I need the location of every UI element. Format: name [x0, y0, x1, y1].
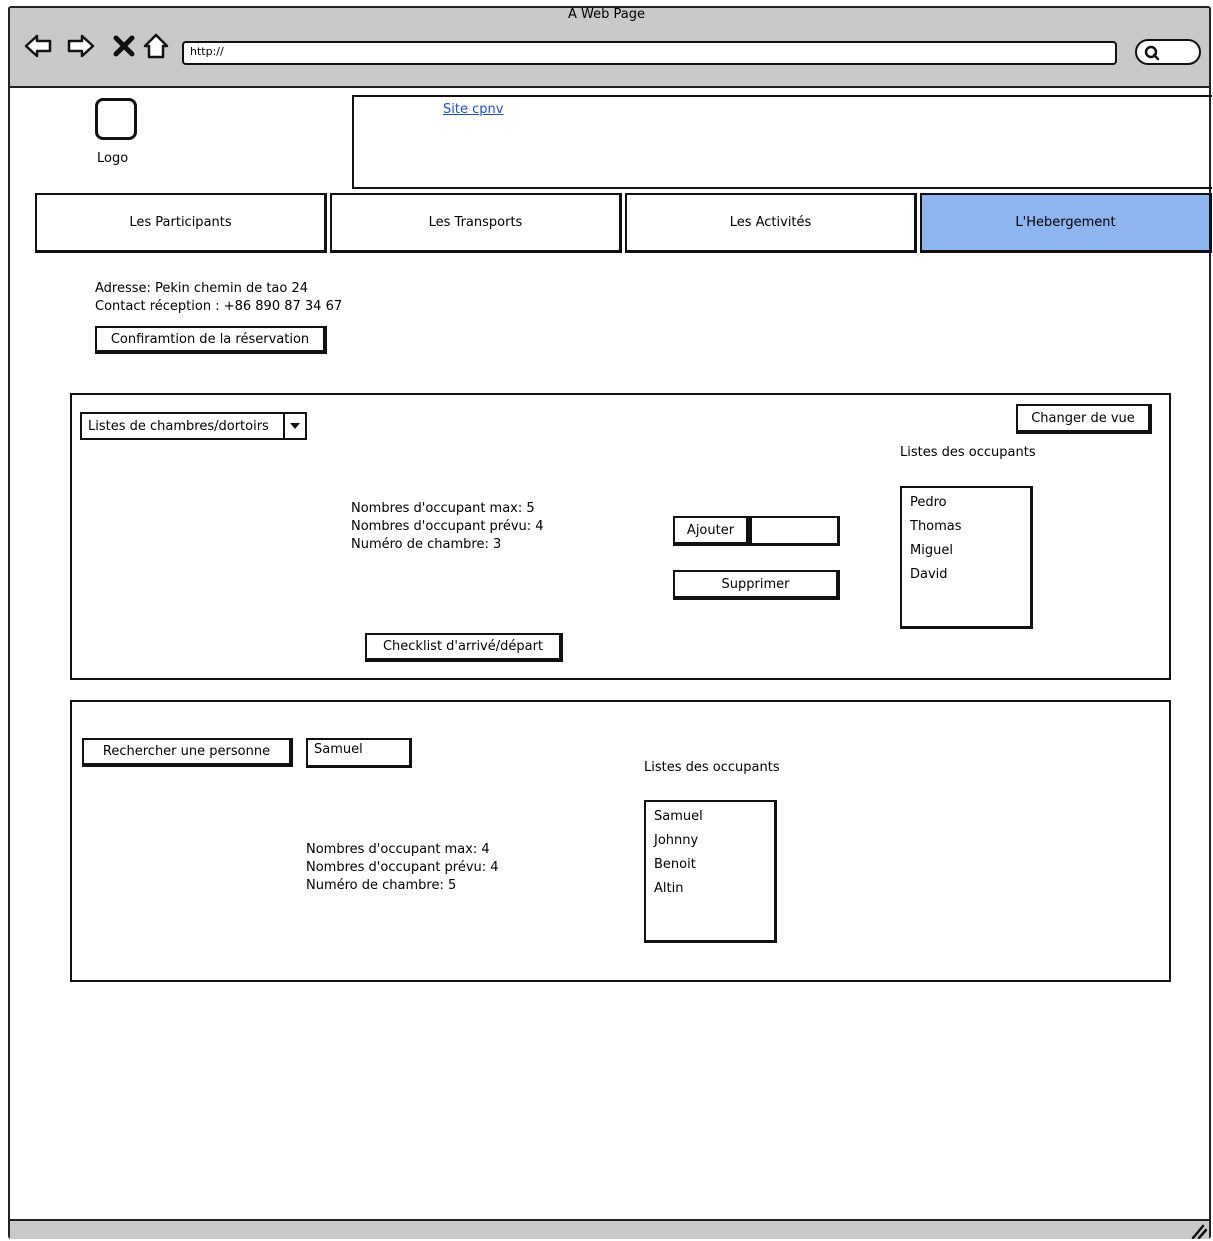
hotel-address: Adresse: Pekin chemin de tao 24 — [95, 281, 309, 296]
list-item[interactable]: Johnny — [654, 829, 766, 853]
home-icon[interactable] — [142, 32, 170, 60]
search-icon — [1144, 45, 1160, 61]
list-item[interactable]: David — [910, 563, 1022, 587]
list-item[interactable]: Benoit — [654, 853, 766, 877]
max-occupants: Nombres d'occupant max: 5 — [351, 501, 535, 516]
list-item[interactable]: Altin — [654, 877, 766, 901]
max-occupants: Nombres d'occupant max: 4 — [306, 842, 490, 857]
occupants-listbox[interactable]: Pedro Thomas Miguel David — [900, 486, 1033, 629]
occupants-list-title: Listes des occupants — [644, 760, 780, 775]
status-bar — [10, 1219, 1209, 1239]
browser-search-button[interactable] — [1135, 39, 1201, 65]
list-item[interactable]: Miguel — [910, 539, 1022, 563]
window-title: A Web Page — [568, 7, 645, 22]
tab-label: Les Activités — [729, 215, 812, 230]
list-item[interactable]: Pedro — [910, 491, 1022, 515]
add-button[interactable]: Ajouter — [673, 516, 750, 546]
add-occupant-input[interactable] — [750, 516, 840, 546]
search-person-input[interactable]: Samuel — [306, 738, 412, 768]
confirm-reservation-button[interactable]: Confiramtion de la réservation — [95, 326, 327, 354]
forward-arrow-icon[interactable] — [67, 32, 95, 60]
tab-participants[interactable]: Les Participants — [35, 193, 327, 253]
room-number: Numéro de chambre: 3 — [351, 537, 502, 552]
list-item[interactable]: Thomas — [910, 515, 1022, 539]
close-icon[interactable] — [110, 32, 138, 60]
remove-button[interactable]: Supprimer — [673, 570, 840, 600]
tab-hebergement[interactable]: L'Hebergement — [920, 193, 1212, 253]
occupants-listbox[interactable]: Samuel Johnny Benoit Altin — [644, 800, 777, 943]
logo — [95, 98, 137, 140]
tab-transports[interactable]: Les Transports — [330, 193, 622, 253]
tab-label: L'Hebergement — [1015, 215, 1116, 230]
site-link[interactable]: Site cpnv — [443, 102, 503, 117]
back-arrow-icon[interactable] — [24, 32, 52, 60]
hotel-contact: Contact réception : +86 890 87 34 67 — [95, 299, 343, 314]
url-field[interactable]: http:// — [182, 41, 1117, 65]
tab-label: Les Transports — [428, 215, 523, 230]
search-person-button[interactable]: Rechercher une personne — [82, 738, 293, 767]
tab-label: Les Participants — [129, 215, 232, 230]
rooms-dropdown[interactable]: Listes de chambres/dortoirs — [80, 412, 307, 440]
tab-activites[interactable]: Les Activités — [625, 193, 917, 253]
change-view-button[interactable]: Changer de vue — [1016, 404, 1152, 434]
rooms-dropdown-label: Listes de chambres/dortoirs — [88, 418, 269, 434]
logo-label: Logo — [97, 151, 129, 166]
resize-grip-icon[interactable] — [1189, 1223, 1207, 1239]
planned-occupants: Nombres d'occupant prévu: 4 — [306, 860, 499, 875]
checklist-button[interactable]: Checklist d'arrivé/départ — [365, 633, 563, 662]
planned-occupants: Nombres d'occupant prévu: 4 — [351, 519, 544, 534]
occupants-list-title: Listes des occupants — [900, 445, 1036, 460]
list-item[interactable]: Samuel — [654, 805, 766, 829]
chevron-down-icon — [283, 414, 305, 438]
room-number: Numéro de chambre: 5 — [306, 878, 457, 893]
